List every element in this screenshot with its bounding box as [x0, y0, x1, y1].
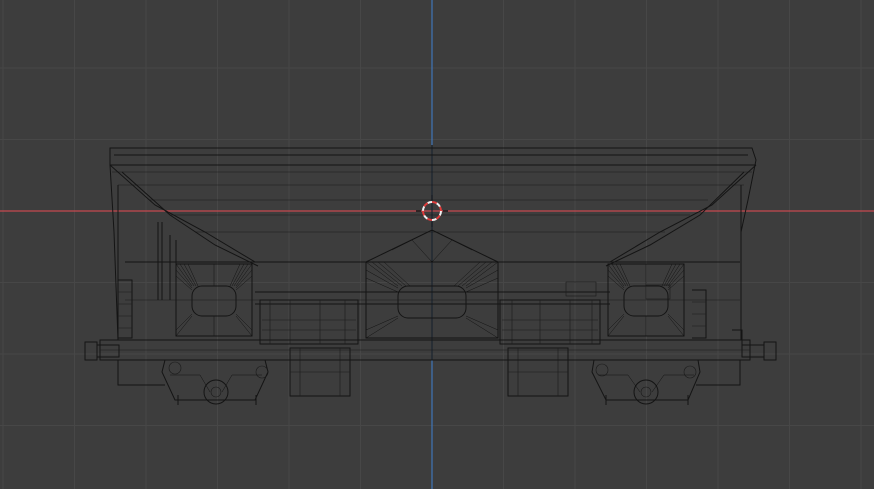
- 3d-viewport[interactable]: [0, 0, 874, 489]
- hopper-wagon-model[interactable]: [84, 145, 777, 405]
- side-frame-left: [259, 299, 359, 397]
- end-ladders: [118, 222, 743, 352]
- underframe: [84, 339, 777, 386]
- car-body: [109, 145, 757, 360]
- floor-grid: [0, 0, 874, 489]
- bogie-left: [161, 359, 269, 405]
- side-frame-right: [499, 281, 671, 397]
- viewport-canvas[interactable]: [0, 0, 874, 489]
